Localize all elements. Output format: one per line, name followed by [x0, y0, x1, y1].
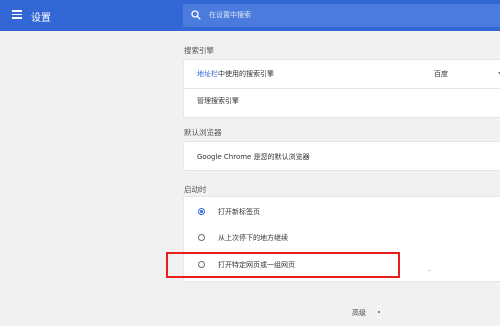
radio-button-checked[interactable] [198, 208, 205, 215]
search-engine-select[interactable]: 百度 [434, 69, 500, 81]
page-title: 设置 [31, 13, 51, 24]
radio-button[interactable] [198, 234, 205, 241]
startup-option-label: 打开新标签页 [218, 208, 260, 216]
default-browser-section-title: 默认浏览器 [184, 128, 222, 137]
divider [428, 270, 431, 271]
search-box[interactable]: 在设置中搜索 [183, 4, 500, 27]
annotation-highlight-box [166, 252, 400, 278]
address-bar-link[interactable]: 地址栏 [197, 70, 218, 78]
search-engine-card: 地址栏中使用的搜索引擎 百度 管理搜索引擎 [184, 60, 500, 117]
advanced-button[interactable]: 高级 [352, 308, 366, 318]
search-input[interactable]: 在设置中搜索 [209, 10, 251, 20]
top-app-bar: 设置 在设置中搜索 [0, 0, 500, 31]
divider [184, 88, 500, 89]
search-icon [191, 10, 201, 20]
search-engine-used-label: 中使用的搜索引擎 [218, 70, 274, 78]
chevron-down-icon [378, 311, 380, 313]
on-startup-section-title: 启动时 [184, 185, 207, 194]
search-engine-selected-value: 百度 [434, 70, 448, 78]
manage-search-engines-row[interactable]: 管理搜索引擎 [197, 96, 500, 106]
default-browser-status: Google Chrome 是您的默认浏览器 [197, 153, 310, 161]
startup-option-label: 从上次停下的地方继续 [218, 234, 288, 242]
hamburger-menu-icon[interactable] [12, 10, 22, 19]
search-engine-section-title: 搜索引擎 [184, 46, 214, 55]
default-browser-card: Google Chrome 是您的默认浏览器 [184, 142, 500, 170]
